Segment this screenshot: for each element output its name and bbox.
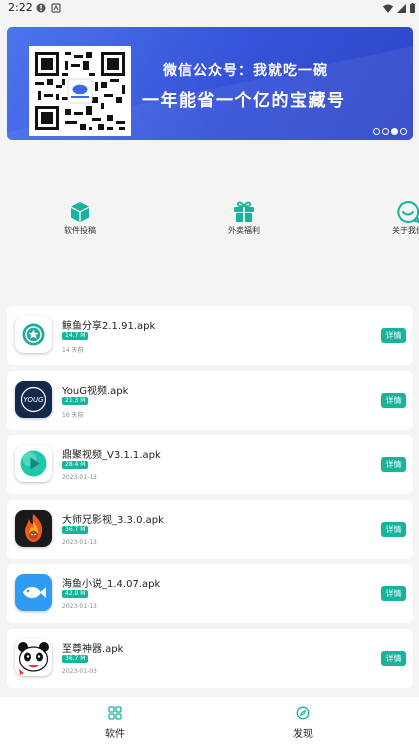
qr-code-image xyxy=(29,46,131,136)
app-size-badge: 28.4 M xyxy=(62,461,89,470)
banner-line-2: 一年能省一个亿的宝藏号 xyxy=(142,91,346,111)
app-date: 2023-01-13 xyxy=(62,538,97,546)
status-right xyxy=(383,2,415,14)
tab-discover[interactable]: 发现 xyxy=(273,706,333,740)
app-name: 海鱼小说_1.4.07.apk xyxy=(62,579,161,591)
fish-icon xyxy=(15,574,52,612)
pagination-dot[interactable] xyxy=(373,128,380,135)
pagination-dot[interactable] xyxy=(400,128,407,135)
shortcut-label: 软件投稿 xyxy=(64,226,96,235)
shortcut-takeaway-perks[interactable]: 外卖福利 xyxy=(209,200,279,236)
app-list-item[interactable]: 海鱼小说_1.4.07.apk 42.9 M 2023-01-13 详情 xyxy=(7,564,413,624)
banner-pagination xyxy=(373,128,407,135)
app-size-badge: 36.7 M xyxy=(62,654,89,663)
battery-icon xyxy=(410,3,415,13)
tab-label: 发现 xyxy=(293,729,313,740)
status-bar: 2:22 xyxy=(0,0,419,18)
app-list-item[interactable]: 鼎聚视频_V3.1.1.apk 28.4 M 2023-01-13 详情 xyxy=(7,435,413,495)
alert-icon xyxy=(36,3,46,13)
app-date: 2023-01-03 xyxy=(62,667,97,675)
banner-line-1: 微信公众号：我就吃一碗 xyxy=(163,63,328,79)
signal-icon xyxy=(397,3,406,13)
compass-icon xyxy=(296,706,310,720)
app-list-item[interactable]: 至尊神器.apk 36.7 M 2023-01-03 详情 xyxy=(7,628,413,688)
detail-button[interactable]: 详情 xyxy=(381,586,406,602)
app-list-item[interactable]: 鲸鱼分享2.1.91.apk 14.7 M 14 天前 详情 xyxy=(7,306,413,365)
shortcut-label: 外卖福利 xyxy=(228,226,260,235)
status-time: 2:22 xyxy=(8,1,33,14)
shortcut-submit-software[interactable]: 软件投稿 xyxy=(45,200,115,236)
youg-logo: YOUG xyxy=(15,380,52,418)
fire-monkey-icon xyxy=(15,509,52,547)
app-size-badge: 42.9 M xyxy=(62,590,89,599)
app-date: 2023-01-13 xyxy=(62,603,97,611)
app-name: 至尊神器.apk xyxy=(62,643,124,655)
smile-chat-icon xyxy=(397,200,419,224)
shortcut-about-us[interactable]: 关于我们 xyxy=(373,200,419,236)
detail-button[interactable]: 详情 xyxy=(381,521,406,537)
pagination-dot-active[interactable] xyxy=(391,128,398,135)
wifi-icon xyxy=(383,4,393,13)
app-list-item[interactable]: YOUG YouG视频.apk 21.3 M 16 天前 详情 xyxy=(7,370,413,430)
app-name: 鼎聚视频_V3.1.1.apk xyxy=(62,450,161,462)
gift-icon xyxy=(234,201,254,222)
detail-button[interactable]: 详情 xyxy=(381,328,406,343)
app-list-item[interactable]: 大师兄影视_3.3.0.apk 36.7 M 2023-01-13 详情 xyxy=(7,499,413,559)
app-list: 鲸鱼分享2.1.91.apk 14.7 M 14 天前 详情 YOUG YouG… xyxy=(7,306,413,694)
detail-button[interactable]: 详情 xyxy=(381,457,406,473)
app-name: YouG视频.apk xyxy=(62,385,129,397)
pagination-dot[interactable] xyxy=(382,128,389,135)
app-date: 14 天前 xyxy=(62,347,84,354)
play-ball-icon xyxy=(15,445,52,483)
tab-software[interactable]: 软件 xyxy=(85,706,145,740)
promo-banner[interactable]: 微信公众号：我就吃一碗 一年能省一个亿的宝藏号 xyxy=(7,27,413,140)
app-date: 16 天前 xyxy=(62,411,84,419)
tab-label: 软件 xyxy=(105,729,125,740)
app-size-badge: 14.7 M xyxy=(62,332,89,340)
shortcut-label: 关于我们 xyxy=(392,226,419,235)
grid-icon xyxy=(108,706,122,720)
app-name: 鲸鱼分享2.1.91.apk xyxy=(62,321,156,332)
cube-icon xyxy=(71,202,89,222)
bottom-tab-bar: 软件 发现 xyxy=(0,697,419,747)
app-name: 大师兄影视_3.3.0.apk xyxy=(62,514,164,526)
app-size-badge: 36.7 M xyxy=(62,525,89,534)
detail-button[interactable]: 详情 xyxy=(381,650,406,666)
app-size-badge: 21.3 M xyxy=(62,396,89,405)
detail-button[interactable]: 详情 xyxy=(381,392,406,408)
svg-text:YOUG: YOUG xyxy=(23,396,44,404)
notification-icon xyxy=(51,3,61,13)
app-date: 2023-01-13 xyxy=(62,474,97,482)
panda-icon xyxy=(15,638,52,676)
star-badge-icon xyxy=(15,316,52,353)
